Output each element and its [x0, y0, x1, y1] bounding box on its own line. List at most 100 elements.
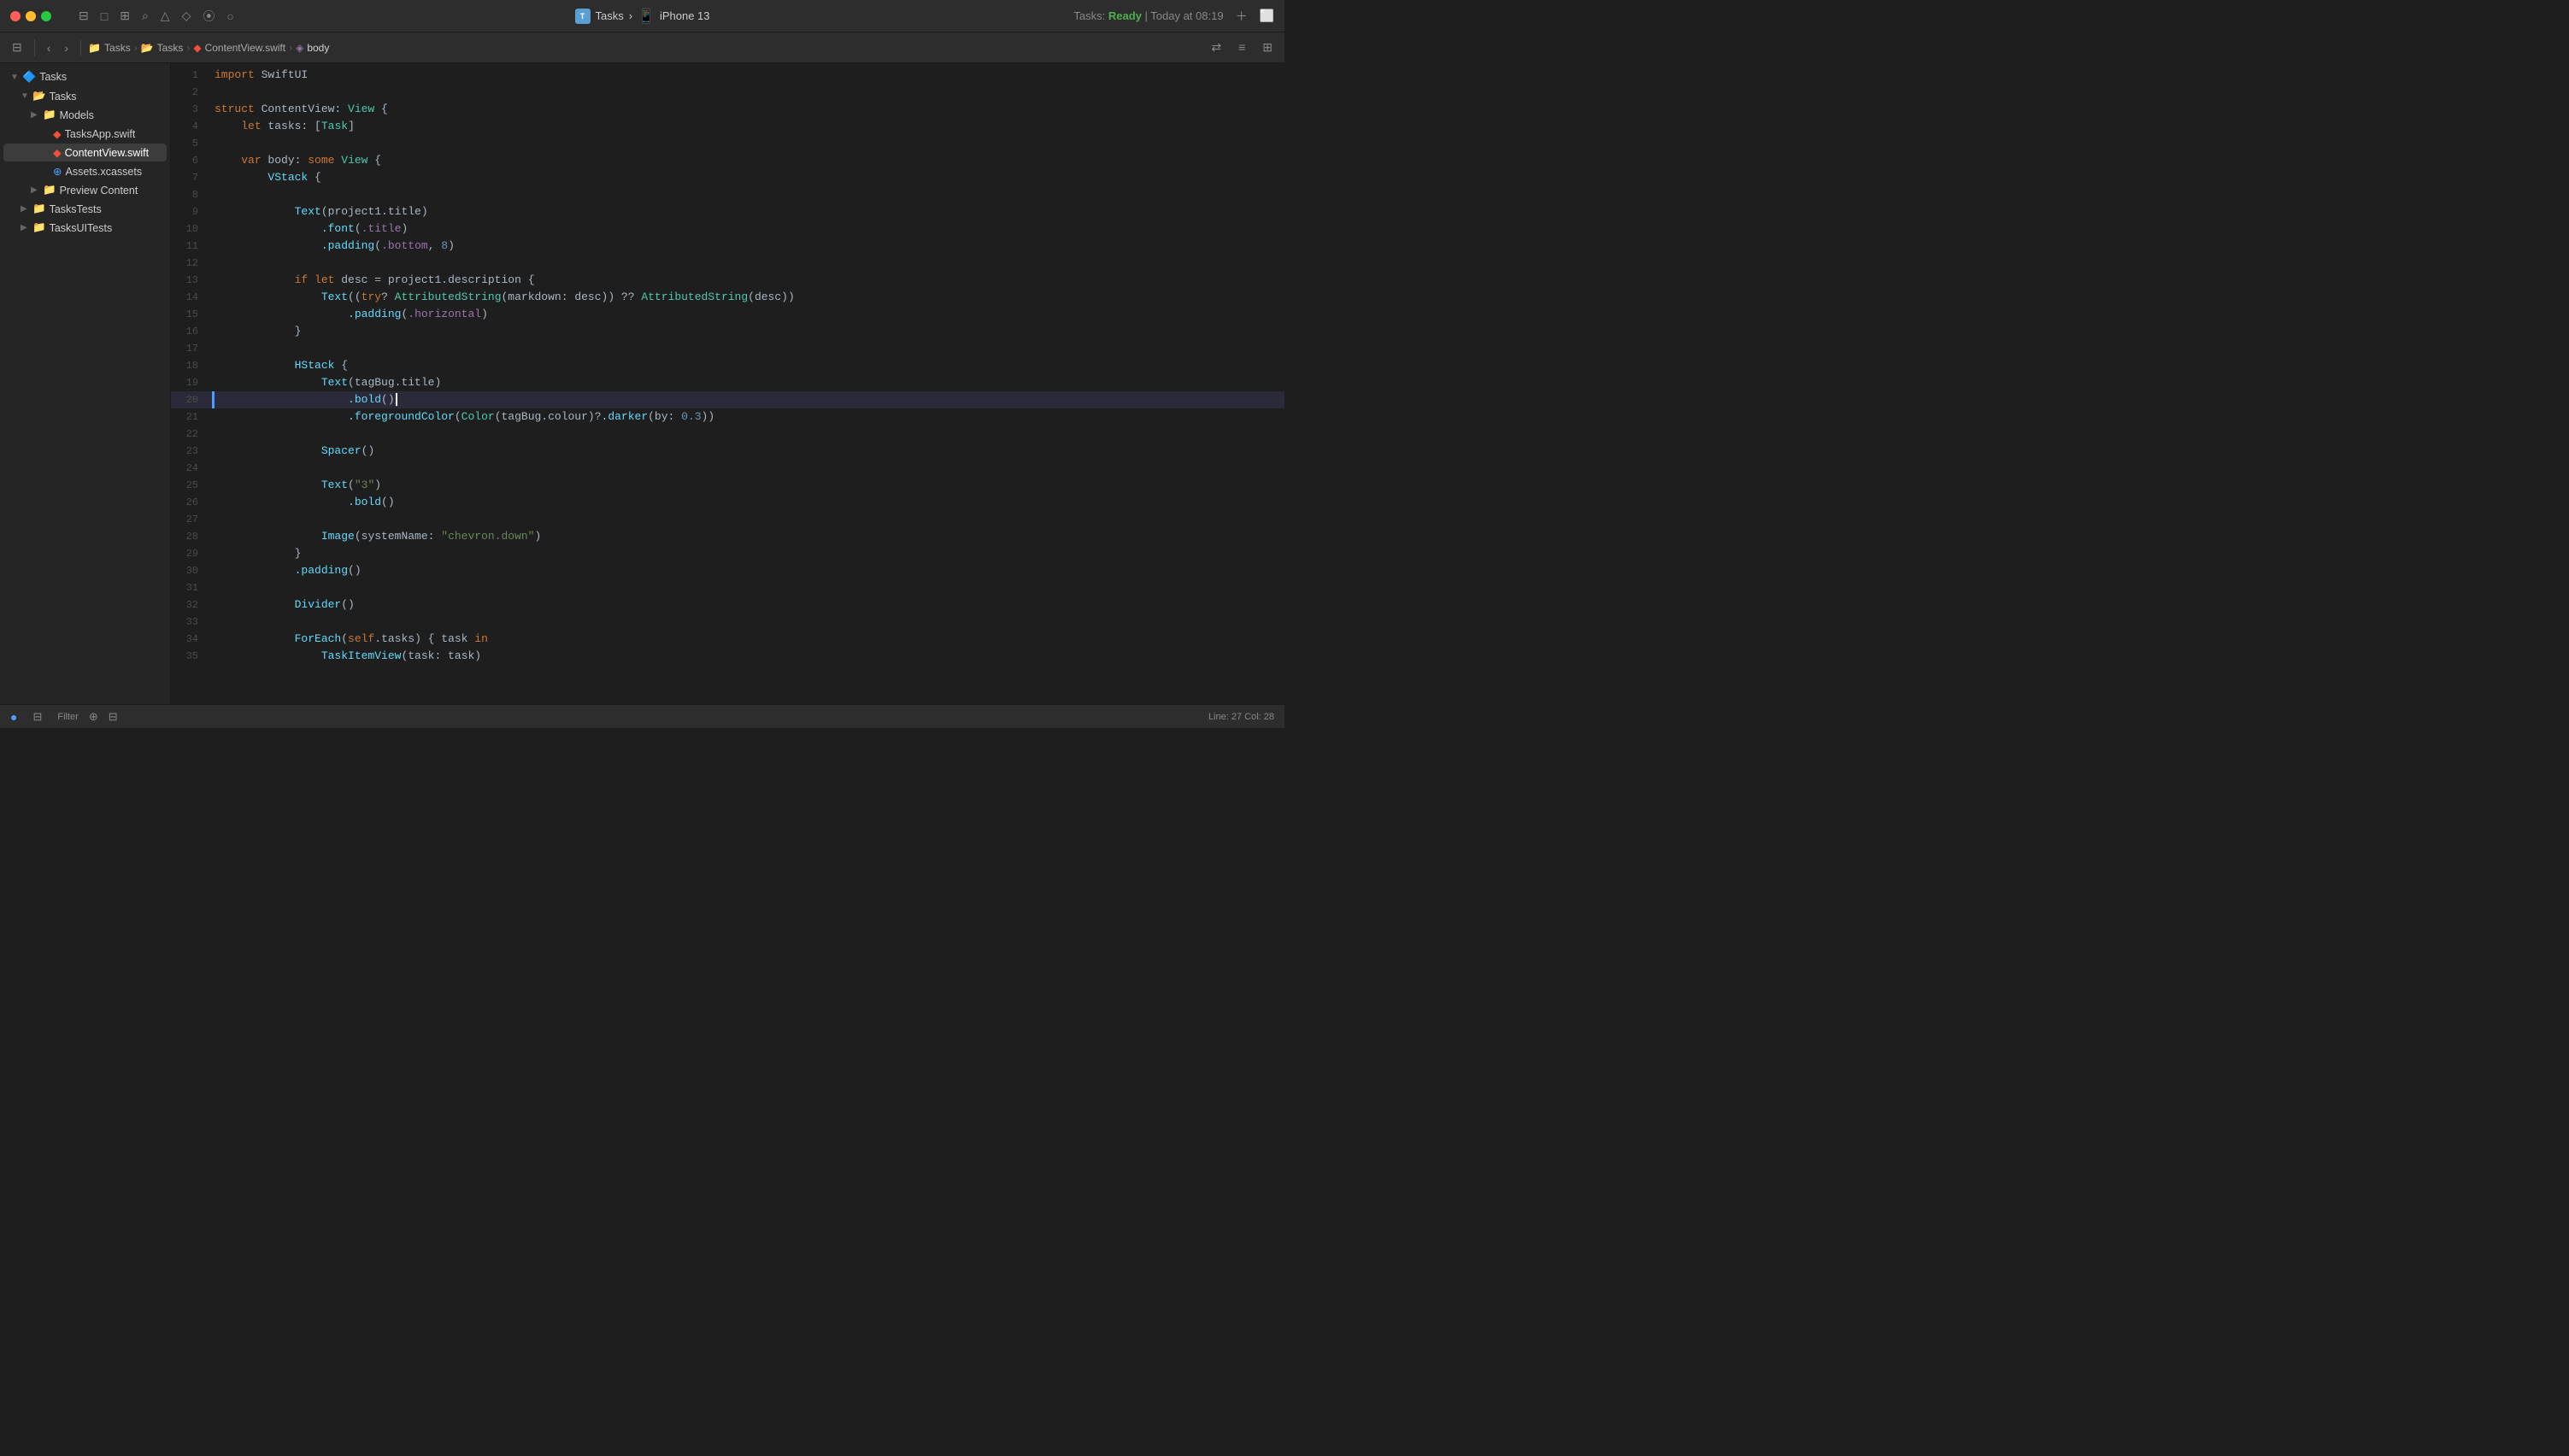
sidebar-item-preview[interactable]: ▶ 📁 Preview Content [3, 181, 167, 199]
line-content: let tasks: [Task] [215, 118, 1284, 135]
main-layout: ▼ 🔷 Tasks ▼ 📂 Tasks ▶ 📁 Models ▶ ◆ Tasks… [0, 63, 1284, 704]
diamond-icon[interactable]: ◇ [182, 9, 191, 23]
line-number: 19 [171, 374, 209, 391]
code-line: 21 .foregroundColor(Color(tagBug.colour)… [171, 408, 1284, 426]
breadcrumb-folder-icon: 📂 [141, 42, 154, 54]
shape-icon[interactable]: ○ [226, 9, 233, 23]
title-separator: › [629, 9, 632, 22]
line-content: Text((try? AttributedString(markdown: de… [215, 289, 1284, 306]
search-icon[interactable]: ⌕ [142, 9, 149, 23]
folder-icon: 📂 [32, 90, 46, 103]
warning-icon[interactable]: △ [161, 9, 170, 23]
line-content: .padding() [215, 562, 1284, 579]
sidebar-item-models[interactable]: ▶ 📁 Models [3, 106, 167, 124]
code-line: 25 Text("3") [171, 477, 1284, 494]
sidebar-item-taskstests[interactable]: ▶ 📁 TasksTests [3, 200, 167, 218]
line-content: } [215, 323, 1284, 340]
traffic-lights [10, 11, 51, 21]
adjust-icon[interactable]: ⇄ [1206, 37, 1226, 58]
toolbar-separator-2 [80, 39, 81, 56]
filter-icon[interactable]: ⊕ [89, 710, 98, 724]
sidebar-icon[interactable]: ⊟ [7, 37, 27, 58]
code-line: 2 [171, 84, 1284, 101]
line-content [215, 460, 1284, 477]
code-line: 33 [171, 614, 1284, 631]
project-name: Tasks [595, 9, 623, 22]
forward-icon[interactable]: › [59, 38, 73, 58]
line-number: 27 [171, 511, 209, 528]
code-line: 12 [171, 255, 1284, 272]
line-number: 33 [171, 614, 209, 631]
breadcrumb-tasks-2[interactable]: Tasks [157, 42, 184, 54]
line-content [215, 340, 1284, 357]
new-tab-icon[interactable]: □ [101, 9, 108, 23]
collapse-icon[interactable]: ⊟ [109, 710, 118, 724]
line-content: .foregroundColor(Color(tagBug.colour)?.d… [215, 408, 1284, 426]
arrow-icon: ▶ [21, 223, 29, 232]
add-icon[interactable]: ＋ [1236, 8, 1248, 25]
code-line: 3struct ContentView: View { [171, 101, 1284, 118]
line-content: Text(project1.title) [215, 203, 1284, 220]
breadcrumb-contentview[interactable]: ContentView.swift [205, 42, 286, 54]
breadcrumb-body[interactable]: body [307, 42, 329, 54]
grid-icon[interactable]: ⊞ [120, 9, 130, 23]
code-line: 1import SwiftUI [171, 67, 1284, 84]
sidebar-item-tasksuites[interactable]: ▶ 📁 TasksUITests [3, 219, 167, 237]
split-view-icon[interactable]: ⬜ [1260, 9, 1274, 23]
line-content [215, 135, 1284, 152]
inspector-icon[interactable]: ⊞ [1257, 37, 1278, 58]
line-content: .padding(.horizontal) [215, 306, 1284, 323]
line-number: 34 [171, 631, 209, 648]
line-content: var body: some View { [215, 152, 1284, 169]
back-icon[interactable]: ‹ [42, 38, 56, 58]
close-button[interactable] [10, 11, 21, 21]
sidebar-item-assets[interactable]: ▶ ⊕ Assets.xcassets [3, 162, 167, 180]
line-number: 1 [171, 67, 209, 84]
sidebar-item-contentview[interactable]: ▶ ◆ ContentView.swift [3, 144, 167, 161]
line-number: 28 [171, 528, 209, 545]
code-line: 9 Text(project1.title) [171, 203, 1284, 220]
sidebar-item-label: TasksUITests [50, 222, 113, 234]
line-number: 14 [171, 289, 209, 306]
code-line: 31 [171, 579, 1284, 596]
source-control-icon[interactable]: ⦿ [203, 8, 215, 25]
minimize-button[interactable] [26, 11, 36, 21]
sidebar-item-tasks-root[interactable]: ▼ 🔷 Tasks [3, 68, 167, 86]
code-line: 4 let tasks: [Task] [171, 118, 1284, 135]
breadcrumb-tasks-1[interactable]: Tasks [104, 42, 131, 54]
fullscreen-button[interactable] [41, 11, 51, 21]
code-line: 22 [171, 426, 1284, 443]
line-content [215, 579, 1284, 596]
arrow-icon: ▼ [21, 91, 29, 101]
sidebar-item-tasks-folder[interactable]: ▼ 📂 Tasks [3, 87, 167, 105]
line-number: 9 [171, 203, 209, 220]
spacer-icon: ▶ [41, 129, 50, 138]
code-container[interactable]: 1import SwiftUI2 3struct ContentView: Vi… [171, 63, 1284, 704]
sidebar-item-label: Tasks [39, 71, 67, 83]
sidebar-toggle-icon[interactable]: ⊟ [79, 9, 89, 23]
code-line: 13 if let desc = project1.description { [171, 272, 1284, 289]
line-number: 13 [171, 272, 209, 289]
filter-label[interactable]: Filter [57, 712, 78, 722]
lines-icon[interactable]: ≡ [1233, 37, 1250, 58]
code-line: 35 TaskItemView(task: task) [171, 648, 1284, 665]
project-icon: 🔷 [22, 70, 36, 84]
code-line: 30 .padding() [171, 562, 1284, 579]
toolbar-separator-1 [34, 39, 35, 56]
device-name[interactable]: iPhone 13 [660, 9, 710, 22]
line-content [215, 511, 1284, 528]
line-number: 12 [171, 255, 209, 272]
editor-area[interactable]: 1import SwiftUI2 3struct ContentView: Vi… [171, 63, 1284, 704]
line-content: TaskItemView(task: task) [215, 648, 1284, 665]
breadcrumb-swift-icon: ◆ [193, 42, 201, 54]
grid-status-icon[interactable]: ⊟ [27, 707, 47, 727]
arrow-icon: ▼ [10, 73, 19, 82]
line-number: 15 [171, 306, 209, 323]
line-content: if let desc = project1.description { [215, 272, 1284, 289]
code-line: 8 [171, 186, 1284, 203]
sidebar-item-tasksapp[interactable]: ▶ ◆ TasksApp.swift [3, 125, 167, 143]
code-line: 10 .font(.title) [171, 220, 1284, 238]
breadcrumb-project-icon: 📁 [88, 42, 101, 54]
line-content: .bold() [215, 494, 1284, 511]
line-number: 20 [171, 391, 209, 408]
